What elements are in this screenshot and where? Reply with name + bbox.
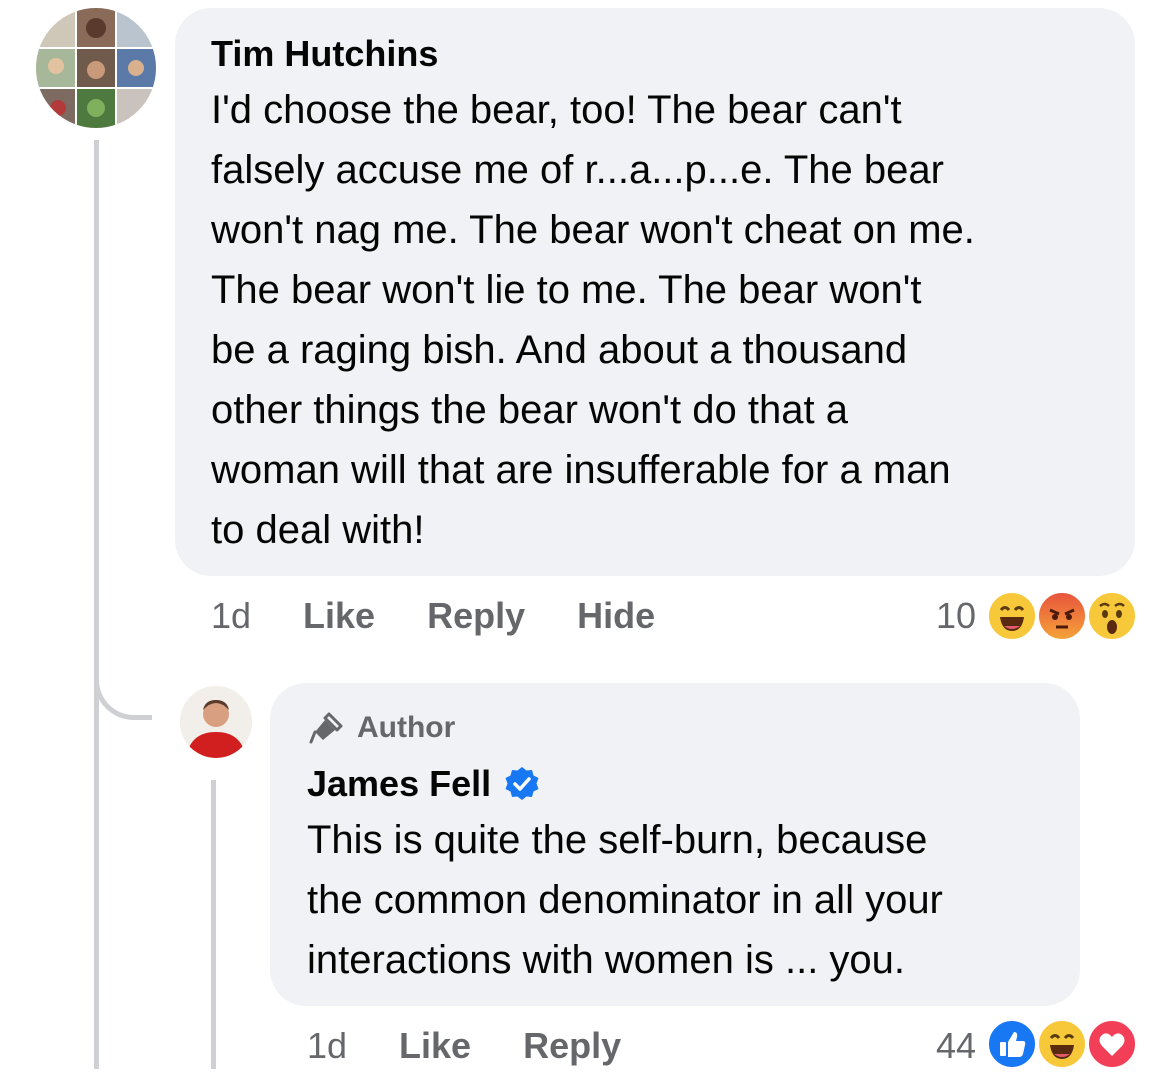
comment-reaction-count[interactable]: 10 [900, 596, 976, 636]
reply-like-button[interactable]: Like [399, 1026, 471, 1066]
comment-hide-button[interactable]: Hide [577, 596, 655, 636]
comment-text-line: I'd choose the bear, too! The bear can't [211, 88, 902, 132]
comment-text-line: won't nag me. The bear won't cheat on me… [211, 208, 975, 252]
comment-text: I'd choose the bear, too! The bear can't… [211, 80, 975, 560]
comment-text-line: other things the bear won't do that a [211, 388, 848, 432]
microphone-icon [307, 708, 347, 748]
thread-line-main [94, 140, 99, 1069]
author-badge: Author [307, 708, 455, 748]
avatar-collage-image [36, 8, 156, 128]
reply-author-name-text: James Fell [307, 763, 492, 804]
like-icon[interactable] [986, 1018, 1038, 1070]
thread-connector [94, 660, 152, 720]
reply-text-line: interactions with women is ... you. [307, 938, 906, 982]
wow-icon[interactable] [1086, 590, 1138, 642]
reply-reply-button[interactable]: Reply [523, 1026, 621, 1066]
comment-text-line: The bear won't lie to me. The bear won't [211, 268, 922, 312]
comment-text-line: be a raging bish. And about a thousand [211, 328, 908, 372]
angry-icon[interactable] [1036, 590, 1088, 642]
haha-icon[interactable] [986, 590, 1038, 642]
reply-text-line: This is quite the self-burn, because [307, 818, 928, 862]
comment-like-button[interactable]: Like [303, 596, 375, 636]
comment-timestamp[interactable]: 1d [211, 596, 251, 636]
avatar-tim-hutchins[interactable] [36, 8, 156, 128]
reply-text-line: the common denominator in all your [307, 878, 943, 922]
love-icon[interactable] [1086, 1018, 1138, 1070]
comment-reply-button[interactable]: Reply [427, 596, 525, 636]
reply-timestamp[interactable]: 1d [307, 1026, 347, 1066]
reply-author-name[interactable]: James Fell [307, 764, 541, 804]
avatar-james-fell[interactable] [180, 686, 252, 758]
thread-line-reply [211, 780, 216, 1069]
avatar-portrait-image [180, 686, 252, 758]
comment-text-line: falsely accuse me of r...a...p...e. The … [211, 148, 944, 192]
comment-author-name[interactable]: Tim Hutchins [211, 34, 438, 74]
reply-reaction-count[interactable]: 44 [900, 1026, 976, 1066]
comment-text-line: to deal with! [211, 508, 425, 552]
reply-actions: 1d Like Reply [307, 1026, 621, 1066]
reply-text: This is quite the self-burn, because the… [307, 810, 943, 990]
author-badge-label: Author [357, 711, 456, 744]
verified-badge-icon [503, 765, 541, 803]
comment-actions: 1d Like Reply Hide [211, 596, 655, 636]
comment-text-line: woman will that are insufferable for a m… [211, 448, 951, 492]
haha-icon[interactable] [1036, 1018, 1088, 1070]
